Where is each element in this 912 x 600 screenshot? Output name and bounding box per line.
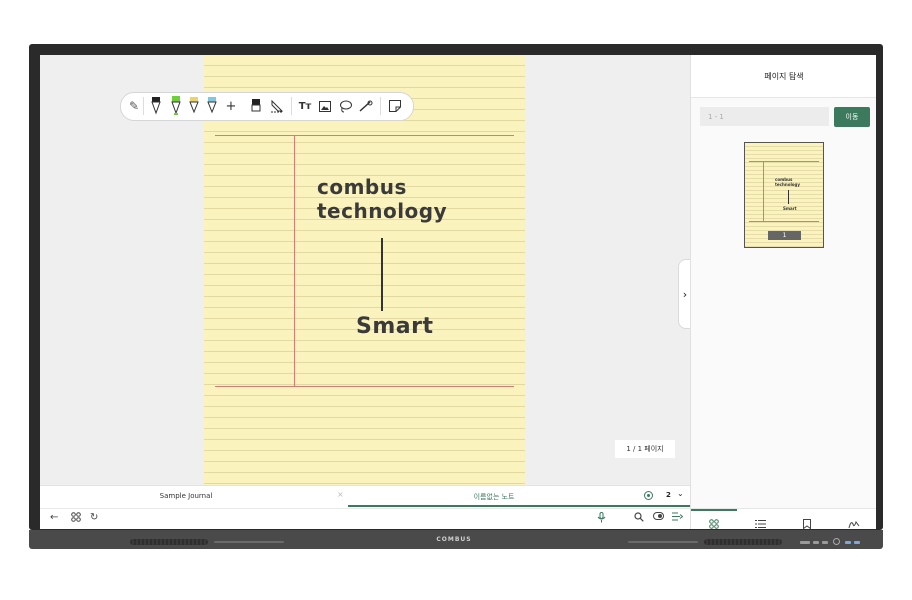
- thumb-margin-line: [763, 161, 764, 221]
- export-icon[interactable]: [672, 512, 684, 524]
- pen-toolbar: ✎ + Tт: [120, 92, 414, 121]
- lasso-icon[interactable]: [337, 96, 353, 116]
- image-icon[interactable]: [317, 96, 333, 116]
- highlighter-yellow-icon[interactable]: [187, 96, 201, 116]
- refresh-icon[interactable]: ↻: [90, 512, 98, 523]
- thumb-stroke: [788, 190, 789, 204]
- slot-right: [628, 541, 698, 543]
- signature-icon[interactable]: [848, 514, 860, 529]
- thumb-text: Smart: [783, 206, 797, 211]
- handwriting-stroke: [381, 238, 383, 311]
- active-tab-indicator: [691, 509, 737, 511]
- page-range-input[interactable]: 1 - 1: [700, 107, 829, 126]
- back-arrow-icon[interactable]: ←: [50, 512, 58, 523]
- go-button[interactable]: 이동: [834, 107, 870, 127]
- slot-left: [214, 541, 284, 543]
- margin-line-top: [215, 135, 514, 136]
- chevron-down-icon[interactable]: ⌄: [677, 489, 684, 498]
- eraser-icon[interactable]: [249, 96, 263, 116]
- speaker-grille-right: [704, 539, 782, 545]
- note-tab-strip: Sample Journal × 이름없는 노트 2 ⌄: [40, 485, 690, 508]
- tab-label: Sample Journal: [159, 492, 213, 500]
- port-icon: [800, 541, 810, 544]
- grid-icon[interactable]: [71, 512, 81, 525]
- list-icon[interactable]: [755, 514, 766, 529]
- chevron-right-icon: ›: [682, 287, 688, 301]
- thumb-margin-line: [749, 221, 819, 222]
- area-eraser-icon[interactable]: [269, 96, 285, 116]
- tab-page-count: 2: [666, 491, 671, 499]
- thumb-margin-line: [749, 161, 819, 162]
- search-icon[interactable]: [634, 512, 644, 525]
- microphone-icon[interactable]: [597, 512, 606, 526]
- screen: combus technology Smart ✎ + Tт › 1 / 1 페…: [40, 55, 876, 529]
- tab-sample-journal[interactable]: Sample Journal ×: [40, 486, 348, 507]
- add-pen-icon[interactable]: +: [225, 96, 237, 116]
- add-tab-dot: [647, 494, 650, 497]
- margin-line-vertical: [294, 135, 295, 387]
- toolbar-divider: [291, 97, 292, 115]
- pencil-icon[interactable]: ✎: [127, 96, 141, 116]
- port-icon: [822, 541, 828, 544]
- view-toggle-icon[interactable]: [653, 512, 664, 523]
- page-navigation-panel: 페이지 탐색 1 - 1 이동 combus technology Smart …: [690, 55, 876, 529]
- port-icon: [845, 541, 851, 544]
- toolbar-divider: [380, 97, 381, 115]
- panel-title: 페이지 탐색: [691, 55, 876, 98]
- speaker-grille-left: [130, 539, 208, 545]
- thumbnails-icon[interactable]: [709, 514, 719, 529]
- tab-label: 이름없는 노트: [473, 493, 515, 501]
- handwriting-combus: combus: [317, 175, 407, 199]
- text-icon[interactable]: Tт: [297, 96, 313, 116]
- toolbar-divider: [143, 97, 144, 115]
- bookmark-icon[interactable]: [803, 514, 811, 529]
- page-indicator: 1 / 1 페이지: [615, 440, 675, 458]
- panel-bottom-bar: [691, 508, 876, 529]
- power-icon: [833, 538, 840, 545]
- add-tab-icon[interactable]: [644, 491, 653, 500]
- pen-green-icon[interactable]: [169, 96, 183, 116]
- thumbnail-page-number: 1: [768, 231, 801, 240]
- pen-black-icon[interactable]: [149, 96, 163, 116]
- brand-logo: COMBUS: [436, 536, 472, 543]
- thumb-text: technology: [775, 182, 801, 187]
- bottom-toolbar: ← ↻: [40, 508, 690, 529]
- port-icon: [813, 541, 819, 544]
- page-thumbnail[interactable]: combus technology Smart 1: [744, 142, 824, 248]
- port-icon: [854, 541, 860, 544]
- handwriting-technology: technology: [317, 199, 448, 223]
- tab-unnamed-note[interactable]: 이름없는 노트: [348, 486, 690, 507]
- tab-close-icon[interactable]: ×: [337, 490, 344, 499]
- laser-pointer-icon[interactable]: [357, 96, 375, 116]
- sticky-note-icon[interactable]: [387, 96, 403, 116]
- handwriting-smart: Smart: [356, 314, 434, 339]
- highlighter-blue-icon[interactable]: [205, 96, 219, 116]
- margin-line-bottom: [215, 386, 514, 387]
